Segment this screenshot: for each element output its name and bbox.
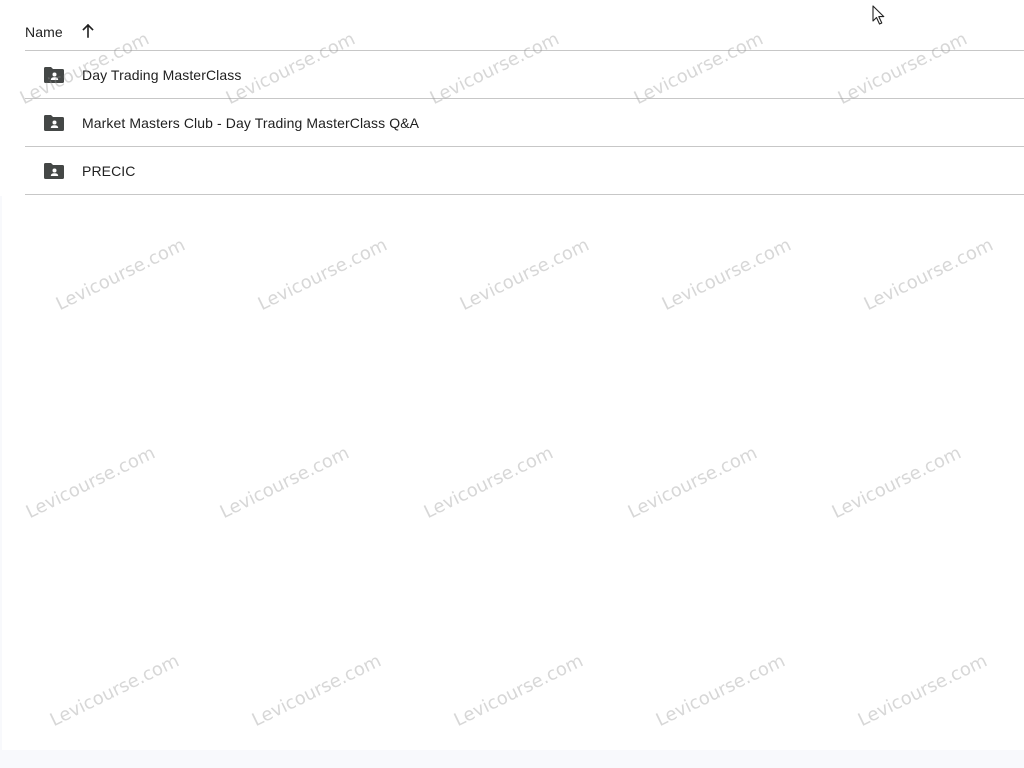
watermark-text: Levicourse.com [624,442,761,523]
drive-file-list-page: Name Day Trading MasterClass Market Mast… [0,0,1024,768]
watermark-text: Levicourse.com [22,442,159,523]
arrow-up-icon[interactable] [79,22,97,40]
shared-folder-icon [44,113,64,133]
watermark-text: Levicourse.com [450,650,587,731]
list-item-label: Market Masters Club - Day Trading Master… [82,114,420,131]
list-item-label: PRECIC [82,162,136,179]
name-column-header[interactable]: Name [25,22,97,40]
shared-folder-icon [44,65,64,85]
watermark-text: Levicourse.com [46,650,183,731]
watermark-text: Levicourse.com [658,234,795,315]
list-item[interactable]: Day Trading MasterClass [25,51,1024,99]
shared-folder-icon [44,161,64,181]
bottom-band [0,750,1024,768]
watermark-text: Levicourse.com [828,442,965,523]
name-column-label: Name [25,23,63,40]
watermark-text: Levicourse.com [420,442,557,523]
file-list: Name Day Trading MasterClass Market Mast… [25,0,1024,195]
watermark-text: Levicourse.com [52,234,189,315]
watermark-text: Levicourse.com [456,234,593,315]
watermark-text: Levicourse.com [254,234,391,315]
watermark-text: Levicourse.com [652,650,789,731]
watermark-text: Levicourse.com [248,650,385,731]
mouse-pointer-icon [872,5,885,25]
watermark-text: Levicourse.com [216,442,353,523]
list-item[interactable]: PRECIC [25,147,1024,195]
left-edge-band [0,196,2,756]
watermark-text: Levicourse.com [860,234,997,315]
list-item-label: Day Trading MasterClass [82,66,242,83]
watermark-text: Levicourse.com [854,650,991,731]
list-item[interactable]: Market Masters Club - Day Trading Master… [25,99,1024,147]
